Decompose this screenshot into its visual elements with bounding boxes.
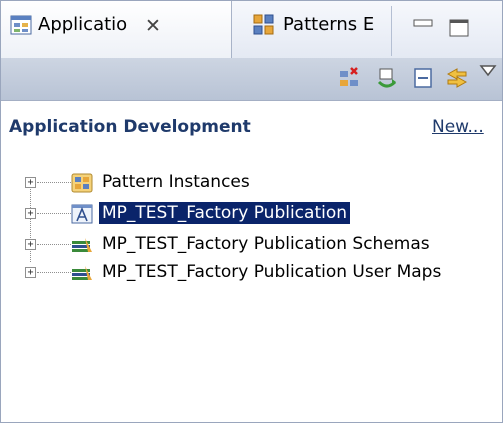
- application-development-icon: [10, 15, 32, 35]
- view-tab-strip: Applicatio ✕ Patterns E: [1, 1, 502, 59]
- tree-item[interactable]: + MP_TEST_Factory Publication User Maps: [1, 261, 502, 287]
- library-icon: [72, 238, 92, 252]
- link-with-editor-icon[interactable]: [445, 66, 469, 90]
- tree-connector: [37, 182, 71, 183]
- view-content: Application Development New... + Pattern…: [1, 101, 502, 422]
- tree-item[interactable]: + MP_TEST_Factory Publication Schemas: [1, 233, 502, 259]
- new-pattern-icon[interactable]: [337, 66, 361, 90]
- expand-icon[interactable]: +: [25, 208, 36, 219]
- expand-icon[interactable]: +: [25, 177, 36, 188]
- close-icon[interactable]: ✕: [145, 15, 161, 37]
- pattern-instances-icon: [71, 173, 93, 193]
- tab-label: Patterns E: [283, 14, 375, 35]
- tree-connector: [37, 244, 71, 245]
- tree-item-label: MP_TEST_Factory Publication Schemas: [102, 234, 430, 254]
- tree-item[interactable]: + MP_TEST_Factory Publication: [1, 202, 502, 228]
- section-title: Application Development: [9, 117, 251, 137]
- view-menu-icon[interactable]: [479, 64, 497, 78]
- maximize-icon[interactable]: [449, 19, 469, 37]
- tab-patterns-explorer[interactable]: Patterns E: [231, 6, 392, 56]
- tree-item[interactable]: + Pattern Instances: [1, 171, 502, 197]
- new-link[interactable]: New...: [432, 117, 484, 137]
- application-development-view: Applicatio ✕ Patterns E Application Deve…: [0, 0, 503, 423]
- minimize-icon[interactable]: [413, 19, 433, 35]
- tab-label: Applicatio: [38, 14, 128, 35]
- tree-item-label: Pattern Instances: [102, 172, 250, 192]
- view-toolbar: [1, 58, 502, 101]
- library-icon: [72, 266, 92, 280]
- refresh-icon[interactable]: [375, 66, 399, 90]
- tree-item-label: MP_TEST_Factory Publication User Maps: [102, 262, 442, 282]
- expand-icon[interactable]: +: [25, 267, 36, 278]
- patterns-explorer-icon: [253, 14, 274, 35]
- expand-icon[interactable]: +: [25, 239, 36, 250]
- tree-item-label: MP_TEST_Factory Publication: [99, 202, 351, 224]
- application-icon: [71, 204, 93, 224]
- tree-connector: [37, 272, 71, 273]
- tree-connector: [37, 213, 71, 214]
- collapse-all-icon[interactable]: [411, 66, 435, 90]
- tab-application-development[interactable]: Applicatio ✕: [1, 1, 232, 58]
